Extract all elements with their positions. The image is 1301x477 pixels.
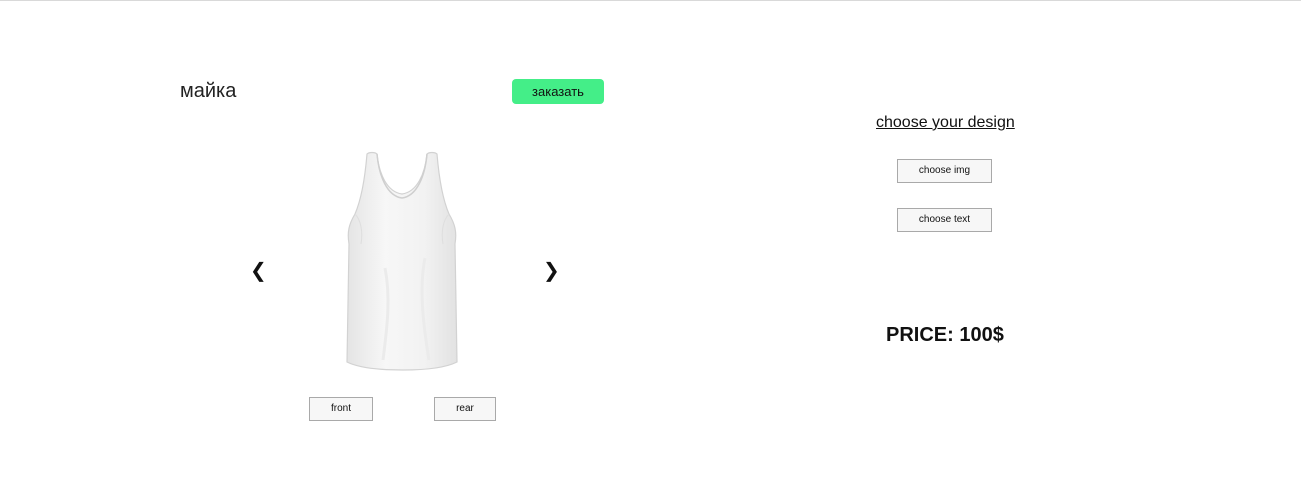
top-divider	[0, 0, 1301, 1]
product-title: майка	[180, 80, 237, 102]
previous-arrow-icon[interactable]: ❮	[250, 258, 267, 282]
next-arrow-icon[interactable]: ❯	[543, 258, 560, 282]
choose-design-link[interactable]: choose your design	[876, 113, 1015, 133]
tank-top-icon	[346, 151, 458, 371]
front-view-button[interactable]: front	[309, 397, 373, 421]
page: майка заказать ❮ ❯ front rear choose you…	[0, 0, 1301, 477]
order-button[interactable]: заказать	[512, 79, 604, 104]
price-label: PRICE: 100$	[886, 324, 1004, 346]
choose-text-button[interactable]: choose text	[897, 208, 992, 232]
choose-img-button[interactable]: choose img	[897, 159, 992, 183]
tank-top-image	[325, 148, 480, 374]
rear-view-button[interactable]: rear	[434, 397, 496, 421]
